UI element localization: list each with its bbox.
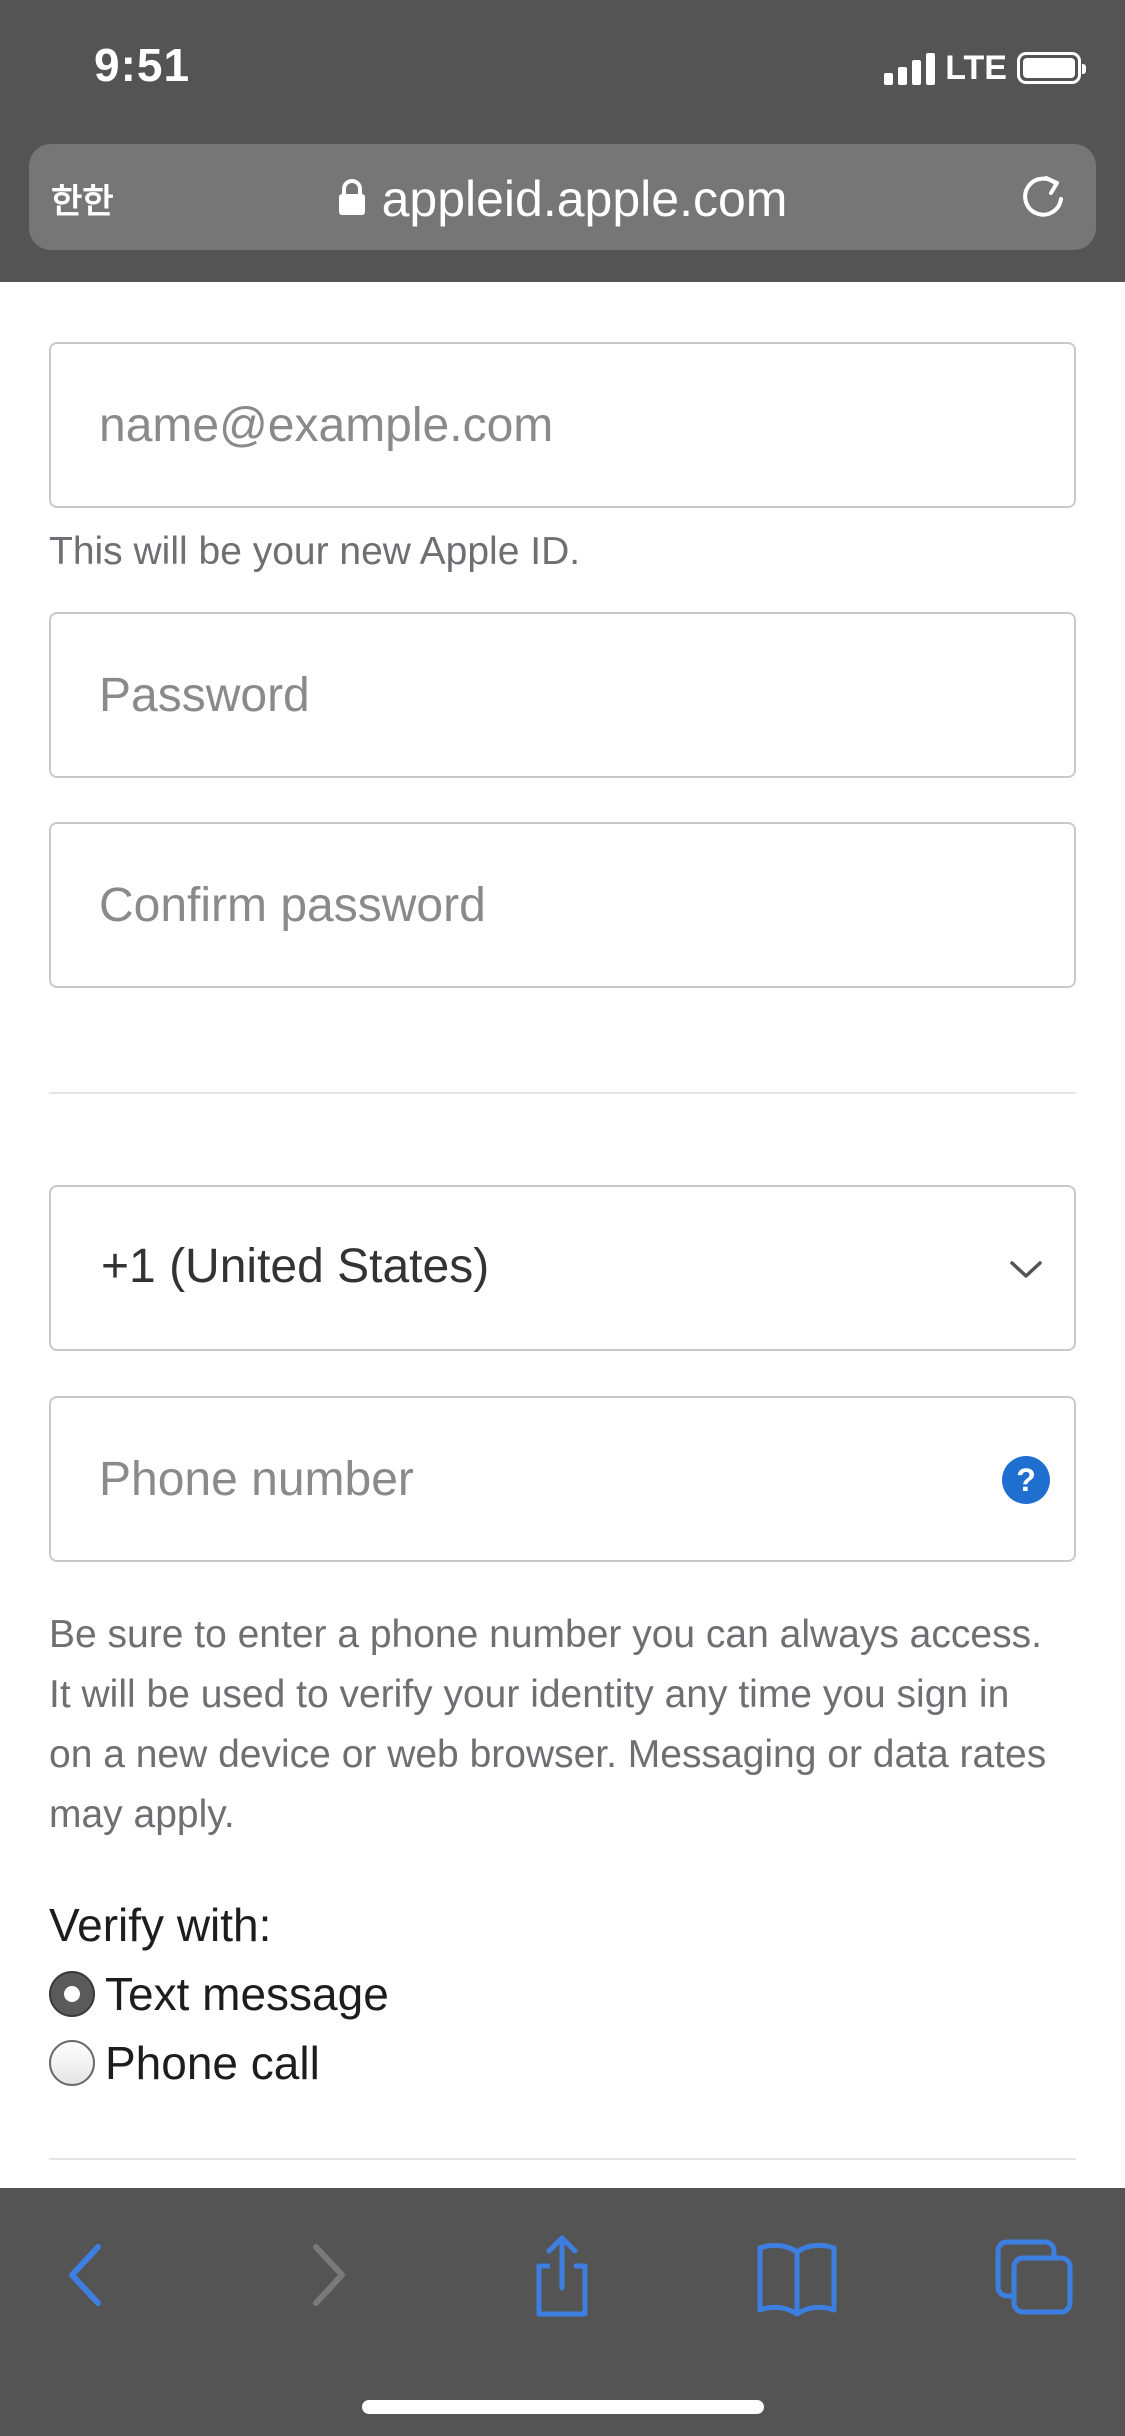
address-bar[interactable]: 한한 appleid.apple.com xyxy=(29,144,1096,250)
email-helper-text: This will be your new Apple ID. xyxy=(49,530,581,573)
phone-info-text: Be sure to enter a phone number you can … xyxy=(49,1613,1047,1836)
radio-button-checked[interactable] xyxy=(49,1971,95,2017)
phone-number-field[interactable]: ? xyxy=(49,1396,1076,1562)
radio-label: Phone call xyxy=(105,2037,320,2089)
password-input[interactable] xyxy=(99,614,999,776)
forward-icon[interactable] xyxy=(282,2230,372,2320)
url-text: appleid.apple.com xyxy=(381,171,788,227)
radio-label: Text message xyxy=(105,1968,389,2020)
confirm-password-input[interactable] xyxy=(99,824,999,986)
tabs-icon[interactable] xyxy=(990,2230,1080,2320)
home-indicator xyxy=(362,2400,764,2414)
status-time: 9:51 xyxy=(94,39,191,91)
country-code-value: +1 (United States) xyxy=(101,1240,490,1293)
chevron-down-icon xyxy=(1010,1261,1042,1278)
bookmarks-icon[interactable] xyxy=(752,2230,842,2320)
country-code-select[interactable]: +1 (United States) xyxy=(49,1185,1076,1351)
email-input[interactable] xyxy=(99,344,999,506)
back-icon[interactable] xyxy=(42,2230,132,2320)
reload-icon[interactable] xyxy=(1016,170,1070,224)
battery-icon xyxy=(1017,52,1086,84)
url-display[interactable]: appleid.apple.com xyxy=(29,170,1096,228)
share-icon[interactable] xyxy=(517,2230,607,2320)
bottom-divider xyxy=(49,2158,1076,2160)
section-divider xyxy=(49,1092,1076,1094)
lock-icon xyxy=(338,178,365,215)
email-field[interactable] xyxy=(49,342,1076,508)
help-icon[interactable]: ? xyxy=(1002,1456,1050,1504)
top-chrome: 9:51 LTE 한한 appleid.apple.com xyxy=(0,0,1125,282)
password-field[interactable] xyxy=(49,612,1076,778)
phone-number-input[interactable] xyxy=(99,1398,999,1560)
network-label: LTE xyxy=(945,48,1007,87)
signal-icon xyxy=(884,51,936,85)
confirm-password-field[interactable] xyxy=(49,822,1076,988)
verify-with-label: Verify with: xyxy=(49,1899,272,1951)
status-indicators: LTE xyxy=(884,46,1086,90)
radio-button-unchecked[interactable] xyxy=(49,2040,95,2086)
radio-text-message[interactable]: Text message xyxy=(49,1967,389,2021)
bottom-toolbar xyxy=(0,2188,1125,2436)
radio-phone-call[interactable]: Phone call xyxy=(49,2036,320,2090)
